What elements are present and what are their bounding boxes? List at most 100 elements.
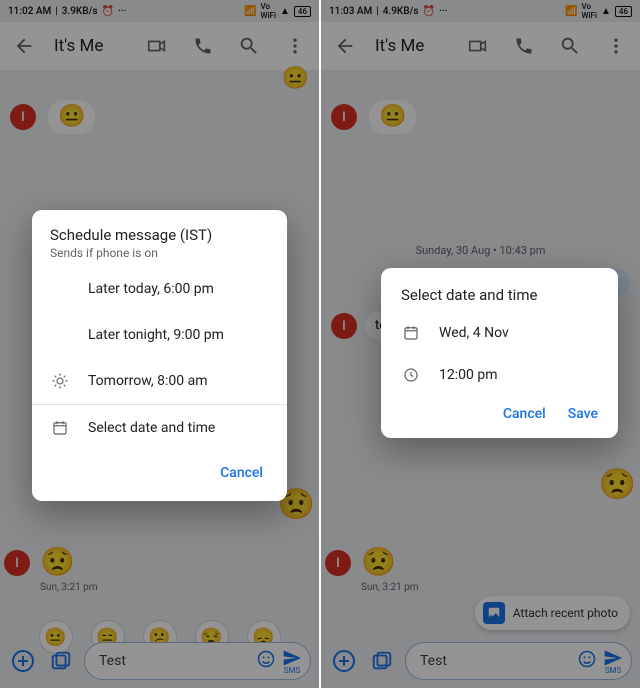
chat-title[interactable]: It's Me — [54, 36, 127, 56]
smiley-icon — [577, 649, 597, 669]
time-picker-row[interactable]: 12:00 pm — [381, 354, 618, 396]
screenshot-right: 11:03 AM | 4.9KB/s ⏰ ··· 📶 VoWiFi ▲ 46 I… — [321, 0, 640, 688]
alarm-icon: ⏰ — [102, 6, 114, 17]
avatar[interactable]: I — [10, 104, 36, 130]
vowifi-icon: VoWiFi — [260, 2, 276, 20]
video-call-button[interactable] — [141, 30, 173, 62]
plus-circle-icon — [11, 649, 35, 673]
schedule-option-tomorrow[interactable]: Tomorrow, 8:00 am — [32, 358, 287, 404]
phone-icon — [514, 36, 534, 56]
arrow-left-icon — [13, 35, 35, 57]
emoji-bubble: 😐 — [48, 100, 95, 134]
avatar[interactable]: I — [4, 550, 30, 576]
status-time: 11:02 AM — [8, 6, 51, 17]
search-icon — [559, 35, 581, 57]
video-icon — [146, 35, 168, 57]
avatar[interactable]: I — [331, 104, 357, 130]
alarm-icon: ⏰ — [423, 6, 435, 17]
battery-icon: 46 — [294, 6, 311, 17]
search-button[interactable] — [554, 30, 586, 62]
dialog-title: Select date and time — [381, 268, 618, 312]
send-button[interactable]: SMS — [603, 648, 623, 675]
phone-icon — [193, 36, 213, 56]
send-button[interactable]: SMS — [282, 648, 302, 675]
send-icon — [603, 648, 623, 668]
search-button[interactable] — [233, 30, 265, 62]
overflow-button[interactable] — [279, 30, 311, 62]
status-bar: 11:02 AM | 3.9KB/s ⏰ ··· 📶 VoWiFi ▲ 46 — [0, 0, 319, 22]
calendar-icon — [50, 419, 70, 437]
composer-input[interactable]: Test SMS — [84, 642, 311, 680]
avatar[interactable]: I — [331, 313, 357, 339]
attach-photo-chip[interactable]: Attach recent photo — [475, 596, 630, 630]
screenshot-left: 11:02 AM | 3.9KB/s ⏰ ··· 📶 VoWiFi ▲ 46 I… — [0, 0, 319, 688]
incoming-message-row[interactable]: I 😟 — [4, 548, 75, 576]
emoji-bubble: 😐 — [369, 100, 416, 134]
save-button[interactable]: Save — [568, 406, 598, 422]
emoji-picker-button[interactable] — [577, 649, 597, 673]
composer-text: Test — [420, 653, 571, 669]
status-bar: 11:03 AM | 4.9KB/s ⏰ ··· 📶 VoWiFi ▲ 46 — [321, 0, 640, 22]
app-bar: It's Me — [321, 22, 640, 70]
message-composer: Test SMS — [329, 642, 632, 680]
dialog-subtitle: Sends if phone is on — [50, 246, 269, 260]
moon-icon — [50, 280, 70, 298]
cancel-button[interactable]: Cancel — [503, 406, 546, 422]
composer-input[interactable]: Test SMS — [405, 642, 632, 680]
voice-call-button[interactable] — [187, 30, 219, 62]
emoji-message[interactable]: 😟 — [599, 470, 636, 500]
wifi-icon: ▲ — [280, 6, 290, 17]
image-icon — [483, 602, 505, 624]
video-call-button[interactable] — [462, 30, 494, 62]
signal-icon: 📶 — [244, 6, 256, 17]
video-icon — [467, 35, 489, 57]
clock-icon — [401, 366, 421, 384]
schedule-option-later-tonight[interactable]: Later tonight, 9:00 pm — [32, 312, 287, 358]
incoming-message-row[interactable]: I 😟 — [325, 548, 396, 576]
wifi-icon: ▲ — [601, 6, 611, 17]
message-timestamp: Sun, 3:21 pm — [40, 582, 98, 593]
message-timestamp: Sun, 3:21 pm — [361, 582, 419, 593]
gallery-button[interactable] — [46, 646, 76, 676]
emoji-picker-button[interactable] — [256, 649, 276, 673]
emoji-message: 😟 — [40, 548, 75, 576]
add-button[interactable] — [329, 646, 359, 676]
battery-icon: 46 — [615, 6, 632, 17]
overflow-button[interactable] — [600, 30, 632, 62]
sun-icon — [50, 372, 70, 390]
emoji-message[interactable]: 😐 — [282, 68, 309, 90]
emoji-message: 😟 — [361, 548, 396, 576]
dialog-title: Schedule message (IST) — [50, 226, 269, 244]
vowifi-icon: VoWiFi — [581, 2, 597, 20]
schedule-message-dialog: Schedule message (IST) Sends if phone is… — [32, 210, 287, 501]
signal-icon: 📶 — [565, 6, 577, 17]
voice-call-button[interactable] — [508, 30, 540, 62]
schedule-option-later-today[interactable]: Later today, 6:00 pm — [32, 266, 287, 312]
image-stack-icon — [371, 650, 393, 672]
cancel-button[interactable]: Cancel — [212, 459, 271, 487]
avatar[interactable]: I — [325, 550, 351, 576]
more-vert-icon — [285, 36, 305, 56]
back-button[interactable] — [329, 30, 361, 62]
smiley-icon — [256, 649, 276, 669]
status-speed: 3.9KB/s — [62, 6, 98, 17]
app-bar: It's Me — [0, 22, 319, 70]
date-picker-row[interactable]: Wed, 4 Nov — [381, 312, 618, 354]
incoming-message-row[interactable]: I 😐 — [331, 100, 630, 134]
image-stack-icon — [50, 650, 72, 672]
plus-circle-icon — [332, 649, 356, 673]
message-composer: Test SMS — [8, 642, 311, 680]
gallery-button[interactable] — [367, 646, 397, 676]
status-speed: 4.9KB/s — [383, 6, 419, 17]
chat-title[interactable]: It's Me — [375, 36, 448, 56]
send-icon — [282, 648, 302, 668]
incoming-message-row[interactable]: I 😐 — [10, 100, 309, 134]
search-icon — [238, 35, 260, 57]
back-button[interactable] — [8, 30, 40, 62]
more-vert-icon — [606, 36, 626, 56]
add-button[interactable] — [8, 646, 38, 676]
schedule-option-custom[interactable]: Select date and time — [32, 405, 287, 451]
date-separator: Sunday, 30 Aug • 10:43 pm — [331, 244, 630, 257]
composer-text: Test — [99, 653, 250, 669]
select-datetime-dialog: Select date and time Wed, 4 Nov 12:00 pm… — [381, 268, 618, 438]
